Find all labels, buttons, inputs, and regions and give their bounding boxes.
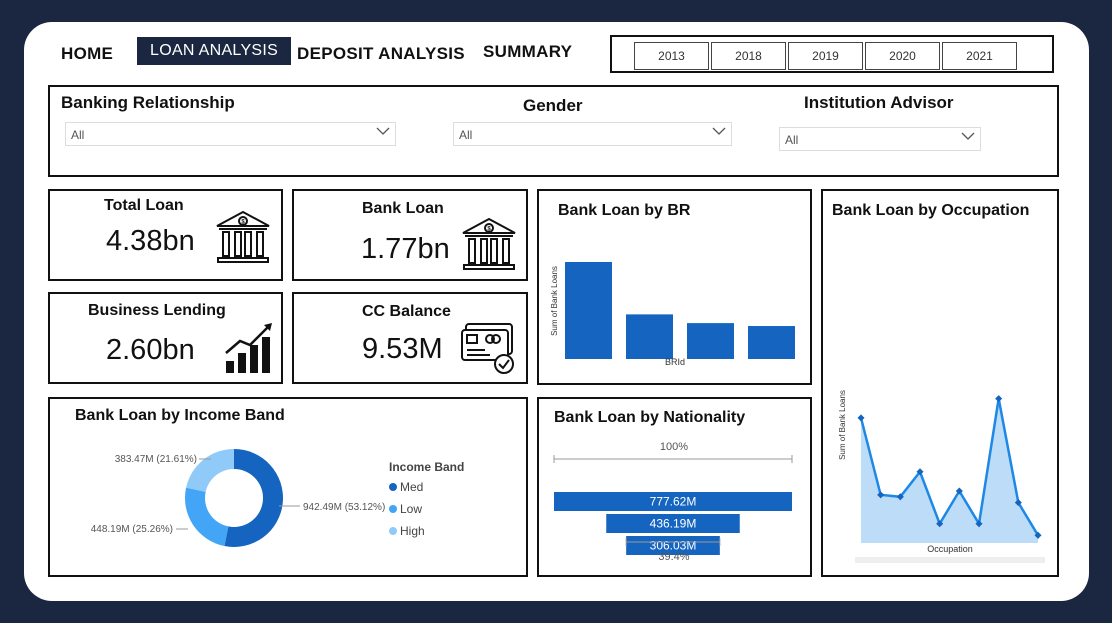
year-2013-button[interactable]: 2013 — [634, 42, 709, 70]
gender-dropdown[interactable]: All — [453, 122, 732, 146]
br-bar[interactable] — [565, 262, 612, 359]
x-axis-label: Occupation — [927, 544, 973, 554]
br-bar[interactable] — [687, 323, 734, 359]
legend-item-low[interactable]: Low — [389, 502, 422, 516]
x-axis-label: BRId — [665, 357, 685, 367]
year-2020-button[interactable]: 2020 — [865, 42, 940, 70]
nationality-funnel-plot: 100% 777.62M436.19M306.03M 39.4% — [553, 441, 793, 563]
kpi-business-lending-card: Business Lending 2.60bn — [48, 292, 283, 384]
occupation-area-plot: Sum of Bank Loans Occupation — [838, 390, 1045, 563]
kpi-bank-loan-card: Bank Loan 1.77bn $ — [292, 189, 528, 281]
funnel-top-pct: 100% — [660, 441, 688, 453]
nationality-bar-label: 436.19M — [650, 517, 697, 531]
banking-relationship-dropdown[interactable]: All — [65, 122, 396, 146]
growth-chart-icon — [225, 323, 272, 373]
kpi-value: 1.77bn — [361, 233, 450, 265]
gender-label: Gender — [523, 96, 583, 115]
institution-advisor-dropdown[interactable]: All — [779, 127, 981, 151]
bank-icon: $ — [462, 217, 516, 270]
year-2018-button[interactable]: 2018 — [711, 42, 786, 70]
kpi-value: 9.53M — [362, 333, 443, 365]
funnel-bottom-pct: 39.4% — [658, 551, 689, 563]
slice-label-high: 383.47M (21.61%) — [115, 454, 197, 465]
legend-item-high[interactable]: High — [389, 524, 425, 538]
legend-title: Income Band — [389, 460, 465, 474]
kpi-title: Total Loan — [104, 197, 184, 214]
kpi-title: Business Lending — [88, 302, 226, 319]
credit-card-icon — [461, 323, 514, 374]
institution-advisor-label: Institution Advisor — [804, 93, 954, 112]
slice-label-med: 942.49M (53.12%) — [303, 502, 385, 513]
income-band-donut: 383.47M (21.61%) 942.49M (53.12%) 448.19… — [91, 449, 385, 547]
nav-deposit-analysis[interactable]: DEPOSIT ANALYSIS — [297, 44, 465, 64]
br-bar[interactable] — [626, 314, 673, 359]
occupation-point[interactable] — [995, 395, 1003, 403]
bank-loan-by-income-band-chart: Bank Loan by Income Band 383.47M (21.61%… — [48, 397, 528, 577]
chevron-down-icon — [712, 127, 726, 135]
bank-icon: $ — [216, 210, 270, 263]
nav-home[interactable]: HOME — [61, 44, 113, 64]
gender-value: All — [459, 128, 473, 142]
year-2021-button[interactable]: 2021 — [942, 42, 1017, 70]
br-bar-plot: BRId Sum of Bank Loans — [550, 262, 795, 367]
banking-relationship-label: Banking Relationship — [61, 93, 235, 112]
occupation-point[interactable] — [857, 414, 865, 422]
horizontal-scrollbar[interactable] — [855, 557, 1045, 563]
slice-label-low: 448.19M (25.26%) — [91, 524, 173, 535]
banking-relationship-value: All — [71, 128, 85, 142]
nationality-bar-label: 777.62M — [650, 495, 697, 509]
kpi-title: CC Balance — [362, 303, 451, 320]
nav-loan-analysis[interactable]: LOAN ANALYSIS — [137, 37, 292, 65]
kpi-total-loan-card: Total Loan 4.38bn $ — [48, 189, 283, 281]
y-axis-label: Sum of Bank Loans — [550, 266, 559, 336]
filter-panel: Banking Relationship All Gender All Inst… — [48, 85, 1059, 177]
chevron-down-icon — [376, 127, 390, 135]
bank-loan-by-occupation-chart: Bank Loan by Occupation Sum of Bank Loan… — [821, 189, 1059, 577]
nav-summary[interactable]: SUMMARY — [483, 42, 572, 62]
kpi-value: 4.38bn — [106, 225, 195, 257]
dashboard-canvas: HOME LOAN ANALYSIS DEPOSIT ANALYSIS SUMM… — [24, 22, 1089, 601]
kpi-value: 2.60bn — [106, 334, 195, 366]
bank-loan-by-nationality-chart: Bank Loan by Nationality 100% 777.62M 436… — [537, 397, 812, 577]
legend-item-med[interactable]: Med — [389, 480, 423, 494]
year-slicer: 2013 2018 2019 2020 2021 — [610, 35, 1054, 73]
institution-advisor-value: All — [785, 133, 799, 147]
chevron-down-icon — [961, 132, 975, 140]
bank-loan-by-br-chart: Bank Loan by BR BRId Sum of Bank Loans — [537, 189, 812, 385]
year-2019-button[interactable]: 2019 — [788, 42, 863, 70]
kpi-cc-balance-card: CC Balance 9.53M — [292, 292, 528, 384]
y-axis-label: Sum of Bank Loans — [838, 390, 847, 460]
kpi-title: Bank Loan — [362, 200, 444, 217]
br-bar[interactable] — [748, 326, 795, 359]
